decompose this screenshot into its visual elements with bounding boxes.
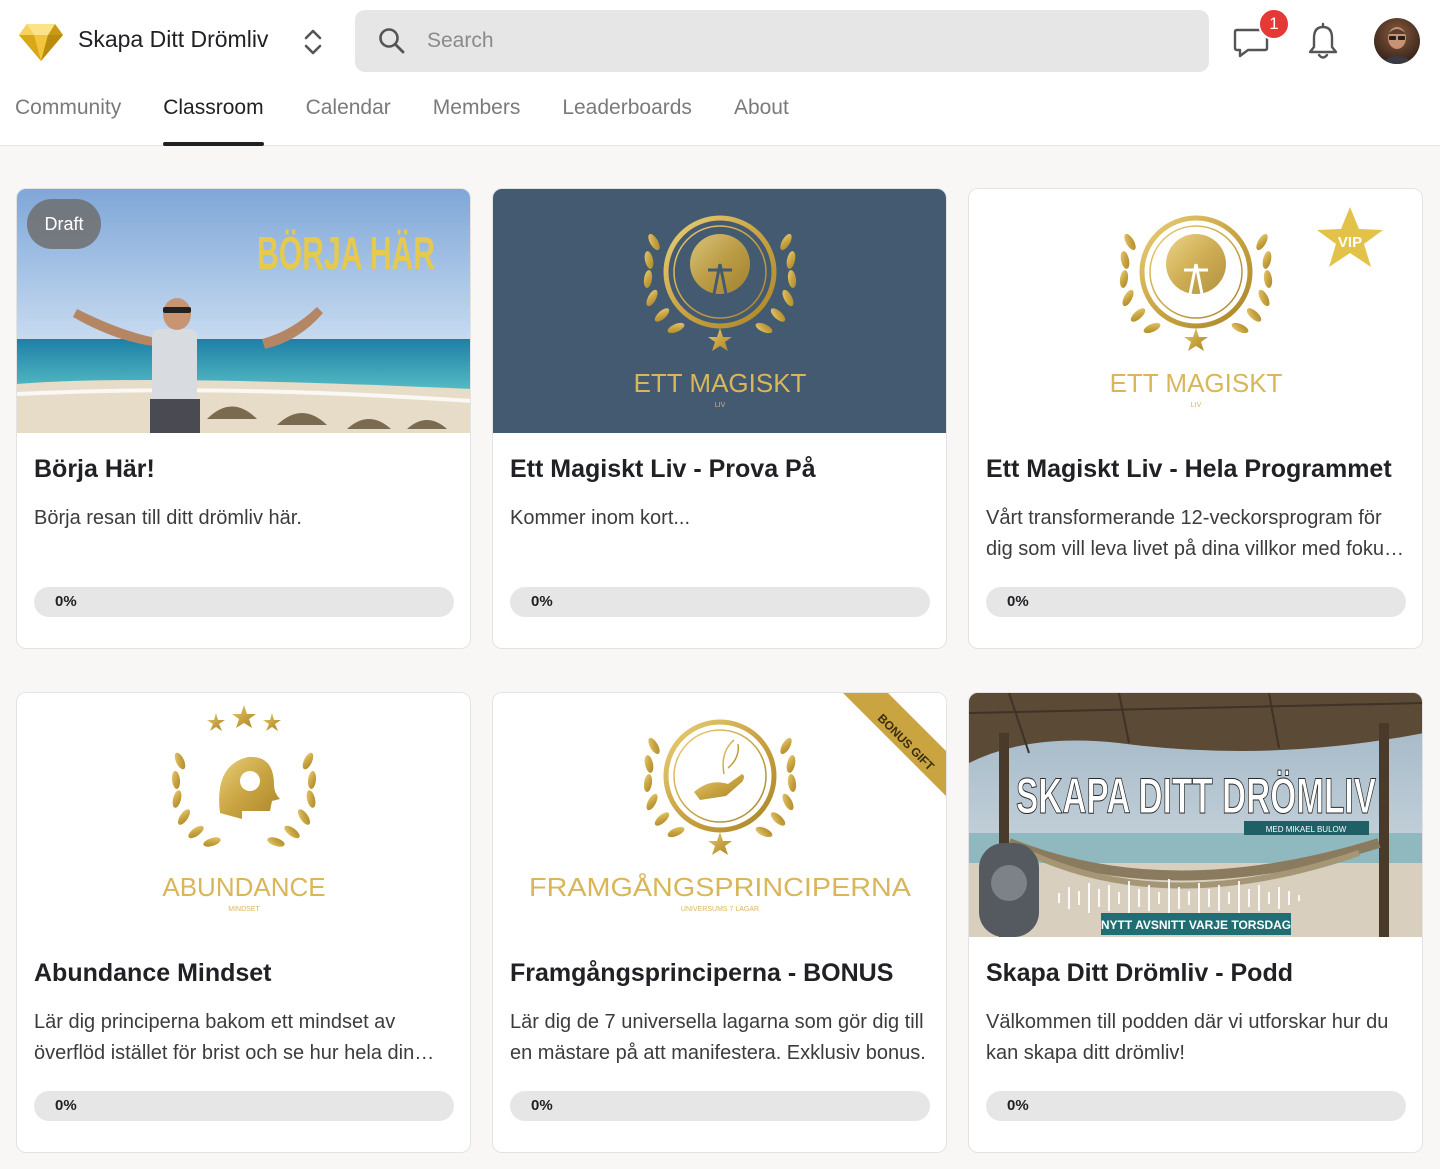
course-description: Vårt transformerande 12-veckorsprogram f… xyxy=(986,507,1394,560)
cover-heading: ETT MAGISKT xyxy=(1110,368,1283,398)
group-switcher-icon[interactable] xyxy=(300,26,326,58)
course-card[interactable]: BÖRJA HÄR Draft Börja Här! Börja resan t… xyxy=(16,188,471,649)
course-progress-bar: 0% xyxy=(510,1091,930,1121)
course-card[interactable]: ETT MAGISKT LIV Ett Magiskt Liv - Prova … xyxy=(492,188,947,649)
course-card[interactable]: SKAPA DITT DRÖMLIV MED MIKAEL BULOW NYTT… xyxy=(968,692,1423,1153)
cover-subheading: MED MIKAEL BULOW xyxy=(1266,825,1347,834)
cover-heading: SKAPA DITT DRÖMLIV xyxy=(1016,768,1376,824)
course-cover-image: SKAPA DITT DRÖMLIV MED MIKAEL BULOW NYTT… xyxy=(969,693,1422,937)
cover-heading: ABUNDANCE xyxy=(162,872,325,902)
course-description: Kommer inom kort... xyxy=(510,507,691,529)
course-progress-bar: 0% xyxy=(510,587,930,617)
bell-icon[interactable] xyxy=(1306,22,1340,62)
course-card[interactable]: ABUNDANCE MINDSET Abundance Mindset Lär … xyxy=(16,692,471,1153)
cover-subheading: LIV xyxy=(715,402,726,409)
course-title: Börja Här! xyxy=(34,455,155,483)
tab-community[interactable]: Community xyxy=(15,84,121,146)
course-title: Abundance Mindset xyxy=(34,959,272,987)
tab-calendar[interactable]: Calendar xyxy=(306,84,391,146)
draft-chip: Draft xyxy=(27,199,101,249)
progress-label: 0% xyxy=(55,593,77,610)
course-card[interactable]: FRAMGÅNGSPRINCIPERNA UNIVERSUMS 7 LAGAR … xyxy=(492,692,947,1153)
course-title: Ett Magiskt Liv - Hela Programmet xyxy=(986,455,1392,483)
vip-label: VIP xyxy=(1338,234,1362,251)
cover-subheading: LIV xyxy=(1191,402,1202,409)
course-cover-image: ETT MAGISKT LIV VIP xyxy=(969,189,1422,433)
course-card[interactable]: ETT MAGISKT LIV VIP Ett Magiskt Liv - He… xyxy=(968,188,1423,649)
course-description: Lär dig principerna bakom ett mindset av… xyxy=(34,1011,415,1064)
course-cover-image: FRAMGÅNGSPRINCIPERNA UNIVERSUMS 7 LAGAR … xyxy=(493,693,946,937)
group-name[interactable]: Skapa Ditt Drömliv xyxy=(78,26,268,53)
course-description: Börja resan till ditt drömliv här. xyxy=(34,507,302,529)
cover-heading: FRAMGÅNGSPRINCIPERNA xyxy=(529,872,912,902)
course-progress-bar: 0% xyxy=(986,587,1406,617)
cover-heading: BÖRJA HÄR xyxy=(257,227,435,279)
course-progress-bar: 0% xyxy=(34,1091,454,1121)
course-cover-image: ETT MAGISKT LIV xyxy=(493,189,946,433)
course-description: Välkommen till podden där vi utforskar h… xyxy=(986,1011,1389,1064)
progress-label: 0% xyxy=(531,593,553,610)
microphone-icon xyxy=(979,843,1039,937)
progress-label: 0% xyxy=(1007,593,1029,610)
course-progress-bar: 0% xyxy=(986,1091,1406,1121)
course-title: Ett Magiskt Liv - Prova På xyxy=(510,455,816,483)
cover-subheading: UNIVERSUMS 7 LAGAR xyxy=(681,906,759,913)
top-header: Skapa Ditt Drömliv 1 xyxy=(0,0,1440,146)
search-bar[interactable] xyxy=(355,10,1209,72)
diamond-logo-icon[interactable] xyxy=(18,22,64,62)
tab-about[interactable]: About xyxy=(734,84,789,146)
nav-tabs: Community Classroom Calendar Members Lea… xyxy=(0,84,831,146)
search-input[interactable] xyxy=(427,10,1187,72)
progress-label: 0% xyxy=(531,1097,553,1114)
user-avatar[interactable] xyxy=(1374,18,1420,64)
cover-heading: ETT MAGISKT xyxy=(634,368,807,398)
course-cover-image: BÖRJA HÄR Draft xyxy=(17,189,470,433)
chat-badge: 1 xyxy=(1258,8,1290,40)
tab-classroom[interactable]: Classroom xyxy=(163,84,264,146)
course-description: Lär dig de 7 universella lagarna som gör… xyxy=(510,1011,926,1064)
search-icon xyxy=(377,26,407,56)
tab-members[interactable]: Members xyxy=(433,84,521,146)
cover-caption: NYTT AVSNITT VARJE TORSDAG xyxy=(1101,918,1291,932)
cover-subheading: MINDSET xyxy=(228,906,260,913)
course-title: Framgångsprinciperna - BONUS xyxy=(510,959,894,987)
course-progress-bar: 0% xyxy=(34,587,454,617)
course-title: Skapa Ditt Drömliv - Podd xyxy=(986,959,1293,987)
progress-label: 0% xyxy=(55,1097,77,1114)
tab-leaderboards[interactable]: Leaderboards xyxy=(562,84,692,146)
course-cover-image: ABUNDANCE MINDSET xyxy=(17,693,470,937)
progress-label: 0% xyxy=(1007,1097,1029,1114)
